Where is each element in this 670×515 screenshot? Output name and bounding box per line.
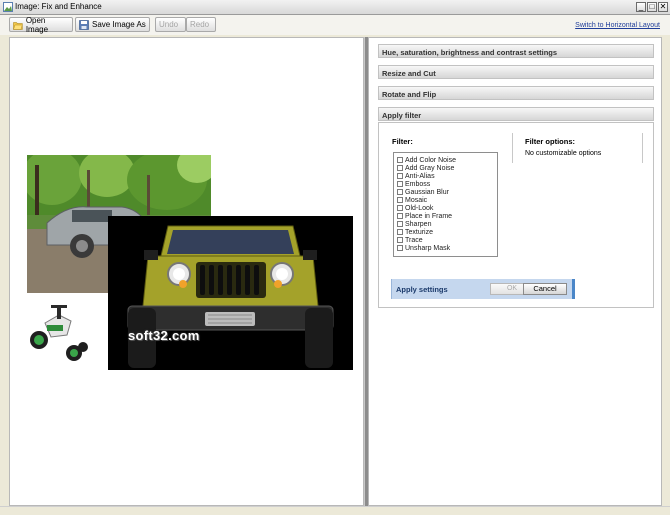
checkbox-icon[interactable]: [397, 197, 403, 203]
filter-item[interactable]: Unsharp Mask: [397, 244, 497, 252]
filter-item[interactable]: Sharpen: [397, 220, 497, 228]
filter-item[interactable]: Add Color Noise: [397, 156, 497, 164]
filter-item-label: Mosaic: [405, 196, 428, 204]
jeep-photo[interactable]: [108, 216, 353, 370]
accordion-header-apply-filter[interactable]: Apply filter: [378, 107, 654, 121]
checkbox-icon[interactable]: [397, 237, 403, 243]
accordion-header-rotate-flip[interactable]: Rotate and Flip: [378, 86, 654, 100]
checkbox-icon[interactable]: [397, 173, 403, 179]
watermark-text: soft32.com: [128, 328, 200, 343]
filter-item-label: Gaussian Blur: [405, 188, 449, 196]
open-folder-icon: [13, 21, 23, 30]
apply-filter-panel: Filter: Filter options: No customizable …: [378, 122, 654, 308]
minimize-button[interactable]: _: [636, 2, 646, 12]
filter-item[interactable]: Add Gray Noise: [397, 164, 497, 172]
status-bar: [0, 506, 670, 515]
filter-options-label: Filter options:: [525, 137, 575, 146]
tricycle-photo[interactable]: [27, 303, 89, 363]
filter-item-label: Emboss: [405, 180, 431, 188]
close-button[interactable]: ✕: [658, 2, 668, 12]
app-icon: [3, 2, 13, 12]
filter-item[interactable]: Place in Frame: [397, 212, 497, 220]
filter-item[interactable]: Texturize: [397, 228, 497, 236]
checkbox-icon[interactable]: [397, 165, 403, 171]
save-image-as-button[interactable]: Save Image As: [75, 17, 150, 32]
filter-item-label: Add Color Noise: [405, 156, 456, 164]
filter-item[interactable]: Anti-Alias: [397, 172, 497, 180]
column-divider-right: [642, 133, 643, 163]
checkbox-icon[interactable]: [397, 213, 403, 219]
maximize-button[interactable]: □: [647, 2, 657, 12]
window-title: Image: Fix and Enhance: [15, 2, 102, 11]
save-disk-icon: [79, 19, 89, 30]
filter-item-label: Add Gray Noise: [405, 164, 455, 172]
filter-item[interactable]: Trace: [397, 236, 497, 244]
filter-item-label: Texturize: [405, 228, 434, 236]
checkbox-icon[interactable]: [397, 205, 403, 211]
filter-item-label: Sharpen: [405, 220, 432, 228]
checkbox-icon[interactable]: [397, 245, 403, 251]
toolbar: Open Image Save Image As Undo Redo Switc…: [0, 15, 670, 35]
filter-item-label: Unsharp Mask: [405, 244, 451, 252]
filter-item[interactable]: Mosaic: [397, 196, 497, 204]
filter-item-label: Place in Frame: [405, 212, 453, 220]
redo-button[interactable]: Redo: [186, 17, 216, 32]
settings-panel: Hue, saturation, brightness and contrast…: [368, 37, 662, 506]
undo-button[interactable]: Undo: [155, 17, 186, 32]
redo-label: Redo: [190, 20, 210, 29]
apply-settings-label: Apply settings: [396, 285, 448, 294]
open-image-button[interactable]: Open Image: [9, 15, 73, 34]
window-title-bar: Image: Fix and Enhance _ □ ✕: [0, 0, 670, 15]
filter-item[interactable]: Gaussian Blur: [397, 188, 497, 196]
checkbox-icon[interactable]: [397, 221, 403, 227]
filter-label: Filter:: [392, 137, 413, 146]
filter-item[interactable]: Emboss: [397, 180, 497, 188]
checkbox-icon[interactable]: [397, 157, 403, 163]
checkbox-icon[interactable]: [397, 229, 403, 235]
save-image-as-label: Save Image As: [92, 20, 146, 29]
switch-layout-link[interactable]: Switch to Horizontal Layout: [575, 22, 660, 29]
filter-item[interactable]: Old-Look: [397, 204, 497, 212]
accordion-header-hue-saturation[interactable]: Hue, saturation, brightness and contrast…: [378, 44, 654, 58]
filter-item-label: Trace: [405, 236, 423, 244]
open-image-label: Open Image: [25, 15, 49, 34]
undo-label: Undo: [159, 20, 179, 29]
apply-settings-bar: Apply settings OK Cancel: [391, 279, 575, 299]
filter-options-value: No customizable options: [525, 150, 602, 157]
checkbox-icon[interactable]: [397, 189, 403, 195]
filter-item-label: Old-Look: [405, 204, 434, 212]
checkbox-icon[interactable]: [397, 181, 403, 187]
filter-list[interactable]: Add Color Noise Add Gray Noise Anti-Alia…: [393, 152, 498, 257]
cancel-button[interactable]: Cancel: [523, 283, 567, 295]
column-divider: [512, 133, 513, 163]
filter-item-label: Anti-Alias: [405, 172, 435, 180]
accordion-header-resize-cut[interactable]: Resize and Cut: [378, 65, 654, 79]
